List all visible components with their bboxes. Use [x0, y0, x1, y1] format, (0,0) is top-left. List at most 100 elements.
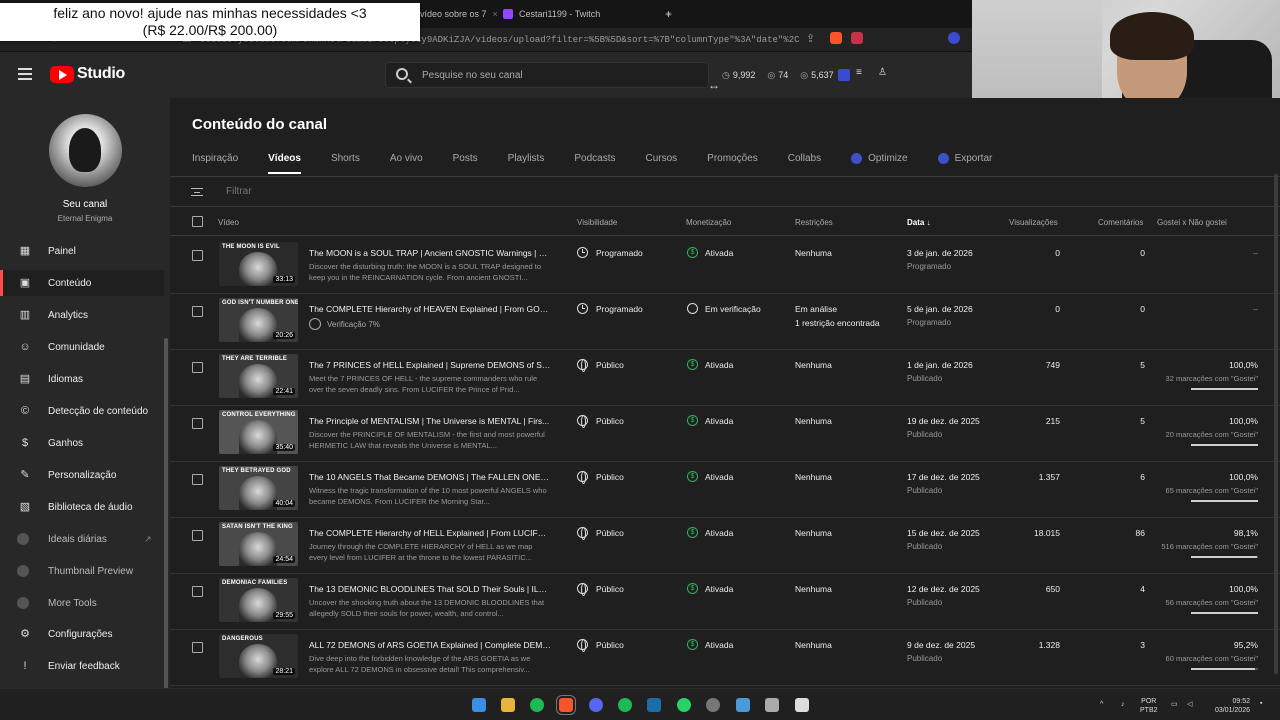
row-checkbox[interactable]	[192, 306, 203, 317]
list-icon[interactable]: ≡	[856, 67, 868, 79]
microphone-icon[interactable]: ♪	[1121, 700, 1125, 709]
brave-shield-icon[interactable]	[830, 32, 842, 44]
visibility-status[interactable]: Público	[596, 640, 624, 650]
tab-shorts[interactable]: Shorts	[331, 153, 360, 174]
clock[interactable]: 09:52 03/01/2026	[1206, 697, 1250, 715]
monetization-status[interactable]: Ativada	[705, 640, 733, 650]
column-date[interactable]: Data ↓	[907, 218, 931, 227]
video-title[interactable]: The MOON is a SOUL TRAP | Ancient GNOSTI…	[309, 248, 551, 258]
visibility-status[interactable]: Público	[596, 528, 624, 538]
brave-browser-icon[interactable]	[556, 695, 576, 715]
sidebar-item-more-tools[interactable]: More Tools	[0, 590, 164, 616]
sidebar-item-copyright[interactable]: © Detecção de conteúdo	[0, 398, 164, 424]
table-row[interactable]: THE MOON IS EVIL 33:13 The MOON is a SOU…	[170, 238, 1280, 294]
tab-courses[interactable]: Cursos	[645, 153, 677, 174]
browser-tab[interactable]: vídeo sobre os 7 ×	[420, 4, 498, 24]
notepad-icon[interactable]	[736, 698, 750, 712]
tab-optimize[interactable]: Optimize	[851, 153, 908, 174]
tab-collabs[interactable]: Collabs	[788, 153, 821, 174]
monetization-status[interactable]: Ativada	[705, 528, 733, 538]
video-title[interactable]: ALL 72 DEMONS of ARS GOETIA Explained | …	[309, 640, 551, 650]
filter-input[interactable]: Filtrar	[226, 186, 252, 197]
discord-icon[interactable]	[589, 698, 603, 712]
table-row[interactable]: THEY ARE TERRIBLE 22:41 The 7 PRINCES of…	[170, 350, 1280, 406]
table-row[interactable]: DEMONIAC FAMILIES 29:55 The 13 DEMONIC B…	[170, 574, 1280, 630]
monetization-status[interactable]: Ativada	[705, 584, 733, 594]
sidebar-item-content[interactable]: ▣ Conteúdo	[0, 270, 164, 296]
tab-videos[interactable]: Vídeos	[268, 153, 301, 174]
filter-icon[interactable]	[191, 188, 203, 196]
video-thumbnail[interactable]: THEY BETRAYED GOD 40:04	[219, 466, 298, 510]
video-thumbnail[interactable]: DEMONIAC FAMILIES 29:55	[219, 578, 298, 622]
tab-promotions[interactable]: Promoções	[707, 153, 758, 174]
select-all-checkbox[interactable]	[192, 216, 203, 227]
visibility-status[interactable]: Público	[596, 416, 624, 426]
steam-icon[interactable]	[647, 698, 661, 712]
table-row[interactable]: CONTROL EVERYTHING 35:40 The Principle o…	[170, 406, 1280, 462]
video-thumbnail[interactable]: DANGEROUS 28:21	[219, 634, 298, 678]
column-visibility[interactable]: Visibilidade	[577, 218, 617, 227]
extension-icon[interactable]	[948, 32, 960, 44]
brave-rewards-icon[interactable]	[851, 32, 863, 44]
tab-live[interactable]: Ao vivo	[390, 153, 423, 174]
main-scrollbar[interactable]	[1274, 174, 1278, 674]
browser-tab-twitch[interactable]: Cestari1199 - Twitch	[503, 4, 600, 24]
notification-icon[interactable]: ▪	[1260, 699, 1262, 708]
sidebar-item-settings[interactable]: ⚙ Configurações	[0, 621, 164, 647]
video-title[interactable]: The COMPLETE Hierarchy of HEAVEN Explain…	[309, 304, 551, 314]
channel-avatar[interactable]	[49, 114, 122, 187]
language-indicator[interactable]: POR PTB2	[1140, 697, 1158, 715]
tab-posts[interactable]: Posts	[453, 153, 478, 174]
visibility-status[interactable]: Programado	[596, 248, 643, 258]
column-restrictions[interactable]: Restrições	[795, 218, 833, 227]
sidebar-item-daily-ideas[interactable]: Ideais diárias ↗	[0, 526, 164, 552]
video-thumbnail[interactable]: THEY ARE TERRIBLE 22:41	[219, 354, 298, 398]
row-checkbox[interactable]	[192, 418, 203, 429]
video-title[interactable]: The 10 ANGELS That Became DEMONS | The F…	[309, 472, 551, 482]
capcut-icon[interactable]	[795, 698, 809, 712]
visibility-status[interactable]: Público	[596, 360, 624, 370]
table-row[interactable]: SATAN ISN'T THE KING 24:54 The COMPLETE …	[170, 518, 1280, 574]
video-thumbnail[interactable]: CONTROL EVERYTHING 35:40	[219, 410, 298, 454]
monetization-status[interactable]: Em verificação	[705, 304, 761, 314]
new-tab-plus[interactable]: +	[665, 4, 672, 24]
row-checkbox[interactable]	[192, 586, 203, 597]
row-checkbox[interactable]	[192, 250, 203, 261]
monetization-status[interactable]: Ativada	[705, 472, 733, 482]
table-row[interactable]: THEY BETRAYED GOD 40:04 The 10 ANGELS Th…	[170, 462, 1280, 518]
studio-logo[interactable]: Studio	[50, 65, 125, 83]
file-explorer-icon[interactable]	[501, 698, 515, 712]
sidebar-scrollbar[interactable]	[164, 338, 168, 708]
calculator-icon[interactable]	[765, 698, 779, 712]
column-likes[interactable]: Gostei x Não gostei	[1157, 218, 1227, 227]
row-checkbox[interactable]	[192, 642, 203, 653]
visibility-status[interactable]: Público	[596, 472, 624, 482]
column-views[interactable]: Visualizações	[1009, 218, 1058, 227]
sidebar-item-analytics[interactable]: ▥ Analytics	[0, 302, 164, 328]
column-comments[interactable]: Comentários	[1098, 218, 1143, 227]
search-input[interactable]: Pesquise no seu canal	[385, 62, 709, 88]
windows-start-icon[interactable]	[472, 698, 486, 712]
sidebar-item-customization[interactable]: ✎ Personalização	[0, 462, 164, 488]
video-title[interactable]: The Principle of MENTALISM | The Univers…	[309, 416, 551, 426]
video-title[interactable]: The 13 DEMONIC BLOODLINES That SOLD Thei…	[309, 584, 551, 594]
row-checkbox[interactable]	[192, 362, 203, 373]
trophy-icon[interactable]: ♙	[878, 67, 890, 79]
sidebar-item-thumbnail-preview[interactable]: Thumbnail Preview	[0, 558, 164, 584]
video-thumbnail[interactable]: GOD ISN'T NUMBER ONE 20:26	[219, 298, 298, 342]
sidebar-item-audio-library[interactable]: ▧ Biblioteca de áudio	[0, 494, 164, 520]
sidebar-item-languages[interactable]: ▤ Idiomas	[0, 366, 164, 392]
network-icon[interactable]: ▭	[1171, 700, 1178, 709]
tab-export[interactable]: Exportar	[937, 153, 992, 174]
spotify-icon[interactable]	[618, 698, 632, 712]
sidebar-item-feedback[interactable]: ! Enviar feedback	[0, 653, 164, 679]
table-row[interactable]: DANGEROUS 28:21 ALL 72 DEMONS of ARS GOE…	[170, 630, 1280, 686]
video-title[interactable]: The 7 PRINCES of HELL Explained | Suprem…	[309, 360, 551, 370]
tab-podcasts[interactable]: Podcasts	[574, 153, 615, 174]
sidebar-item-earn[interactable]: $ Ganhos	[0, 430, 164, 456]
row-checkbox[interactable]	[192, 530, 203, 541]
volume-icon[interactable]: ◁	[1187, 700, 1192, 709]
row-checkbox[interactable]	[192, 474, 203, 485]
visibility-status[interactable]: Público	[596, 584, 624, 594]
menu-icon[interactable]	[18, 68, 32, 80]
